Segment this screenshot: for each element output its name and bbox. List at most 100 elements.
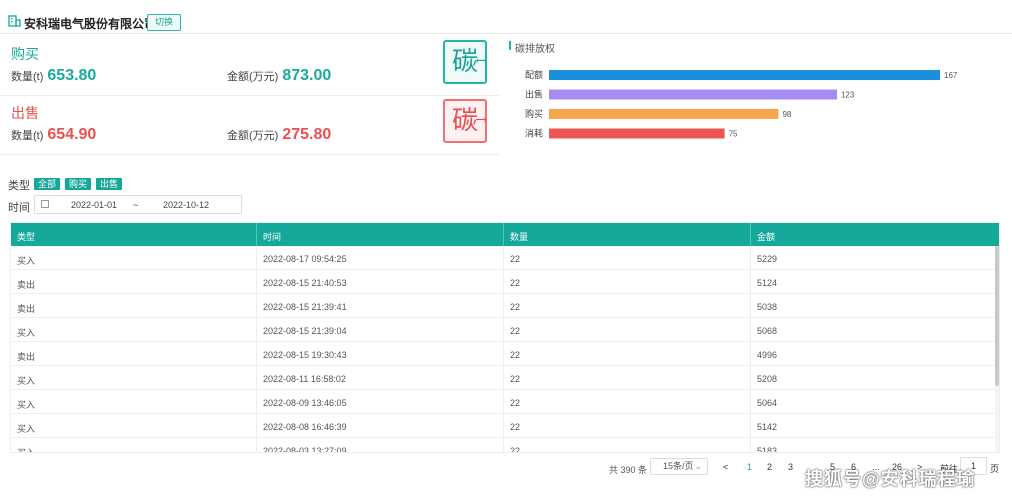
table-scrollbar-thumb[interactable]: [995, 246, 999, 386]
chart-title-marker: [509, 41, 511, 50]
cell-type: 买入: [17, 376, 36, 386]
calendar-icon: [41, 200, 49, 208]
cell-time: 2022-08-03 13:27:09: [263, 446, 347, 453]
date-range-picker[interactable]: 2022-01-01 ~ 2022-10-12: [34, 195, 242, 214]
column-divider: [750, 246, 751, 270]
column-divider: [503, 294, 504, 318]
table-row[interactable]: 买入 2022-08-08 16:46:39 22 5142: [11, 414, 996, 438]
buy-amount-label: 金额(万元): [227, 71, 279, 83]
cell-amount: 5124: [757, 278, 778, 288]
page-3[interactable]: 3: [788, 462, 793, 472]
carbon-in-icon: 碳 ←: [443, 40, 487, 84]
buy-title: 购买: [11, 46, 39, 62]
chart-bar[interactable]: [549, 109, 779, 119]
cell-time: 2022-08-15 19:30:43: [263, 350, 347, 360]
cell-time: 2022-08-11 16:58:02: [263, 374, 346, 384]
carbon-out-glyph: 碳: [451, 106, 478, 136]
arrow-right-icon: →: [475, 112, 487, 128]
chart-value-label: 98: [782, 110, 791, 119]
type-filter-label: 类型: [8, 180, 30, 192]
column-divider: [750, 414, 751, 438]
cell-time: 2022-08-17 09:54:25: [263, 254, 347, 264]
sell-amount-value: 275.80: [282, 126, 332, 143]
chart-value-label: 167: [944, 71, 958, 80]
switch-company-button[interactable]: 切换: [147, 14, 182, 31]
cell-quantity: 22: [510, 254, 521, 264]
cell-quantity: 22: [510, 278, 521, 288]
table-row[interactable]: 买入 2022-08-11 16:58:02 22 5208: [11, 366, 996, 390]
column-divider: [750, 223, 751, 246]
column-divider: [256, 270, 257, 294]
cell-quantity: 22: [510, 398, 521, 408]
cell-type: 买入: [17, 256, 36, 266]
table-row[interactable]: 买入 2022-08-03 13:27:09 22 5183: [11, 438, 996, 453]
arrow-left-icon: ←: [475, 53, 487, 69]
top-bar: 安科瑞电气股份有限公司 切换: [0, 0, 1012, 34]
table-row[interactable]: 卖出 2022-08-15 21:39:41 22 5038: [11, 294, 996, 318]
carbon-out-icon: 碳 →: [443, 99, 487, 143]
cell-type: 买入: [17, 328, 36, 338]
cell-time: 2022-08-15 21:39:41: [263, 302, 347, 312]
sell-quantity-label: 数量(t): [11, 130, 44, 142]
column-divider: [256, 318, 257, 342]
sell-summary-panel: 出售 数量(t) 654.90 金额(万元) 275.80: [0, 97, 500, 155]
cell-amount: 5064: [757, 398, 778, 408]
buy-summary-panel: 购买 数量(t) 653.80 金额(万元) 873.00: [0, 38, 500, 96]
chevron-down-icon: ⌄: [694, 461, 702, 471]
column-divider: [256, 342, 257, 366]
type-filter-all[interactable]: 全部: [34, 178, 61, 190]
table-row[interactable]: 买入 2022-08-09 13:46:05 22 5064: [11, 390, 996, 414]
cell-type: 买入: [17, 448, 36, 453]
page-size-select[interactable]: 15条/页 ⌄: [650, 458, 708, 475]
sell-amount-label: 金额(万元): [227, 130, 279, 142]
cell-amount: 5142: [757, 422, 778, 432]
buy-quantity-label: 数量(t): [11, 71, 44, 83]
sell-title: 出售: [11, 105, 39, 121]
column-divider: [503, 342, 504, 366]
column-header-amount: 金额: [757, 232, 776, 242]
column-divider: [503, 223, 504, 246]
column-divider: [503, 414, 504, 438]
column-divider: [750, 366, 751, 390]
column-divider: [503, 246, 504, 270]
column-divider: [503, 390, 504, 414]
chart-category-label: 配额: [525, 69, 543, 80]
cell-type: 卖出: [17, 304, 36, 314]
page-1[interactable]: 1: [747, 462, 752, 472]
total-count: 共 390 条: [609, 465, 648, 475]
cell-quantity: 22: [510, 374, 521, 384]
buy-amount: 金额(万元) 873.00: [227, 67, 331, 85]
column-header-time: 时间: [263, 232, 282, 242]
chart-value-label: 123: [841, 91, 855, 100]
column-divider: [750, 342, 751, 366]
cell-amount: 5229: [757, 254, 778, 264]
sell-amount: 金额(万元) 275.80: [227, 126, 331, 144]
chart-bar[interactable]: [549, 70, 940, 80]
table-row[interactable]: 卖出 2022-08-15 21:40:53 22 5124: [11, 270, 996, 294]
table-row[interactable]: 买入 2022-08-15 21:39:04 22 5068: [11, 318, 996, 342]
chart-bar[interactable]: [549, 89, 837, 100]
type-filter-sell[interactable]: 出售: [96, 178, 123, 190]
cell-quantity: 22: [510, 350, 521, 360]
prev-page-button[interactable]: <: [723, 462, 728, 472]
carbon-emission-bar-chart: 配额 167 出售 123 购买 98 消耗 75: [525, 69, 958, 139]
column-divider: [503, 318, 504, 342]
cell-amount: 5068: [757, 326, 778, 336]
sell-quantity: 数量(t) 654.90: [11, 126, 96, 144]
type-filter-buy[interactable]: 购买: [65, 178, 92, 190]
date-end[interactable]: 2022-10-12: [163, 200, 209, 210]
column-divider: [256, 223, 257, 246]
date-start[interactable]: 2022-01-01: [71, 200, 117, 210]
page-2[interactable]: 2: [767, 462, 772, 472]
sell-quantity-value: 654.90: [47, 126, 97, 143]
column-divider: [503, 366, 504, 390]
table-row[interactable]: 买入 2022-08-17 09:54:25 22 5229: [11, 246, 996, 270]
cell-amount: 5038: [757, 302, 778, 312]
cell-type: 卖出: [17, 352, 36, 362]
chart-title: 碳排放权: [515, 44, 555, 55]
carbon-in-glyph: 碳: [451, 47, 478, 77]
table-row[interactable]: 卖出 2022-08-15 19:30:43 22 4996: [11, 342, 996, 366]
column-divider: [750, 270, 751, 294]
chart-bar[interactable]: [549, 128, 725, 139]
column-divider: [256, 246, 257, 270]
